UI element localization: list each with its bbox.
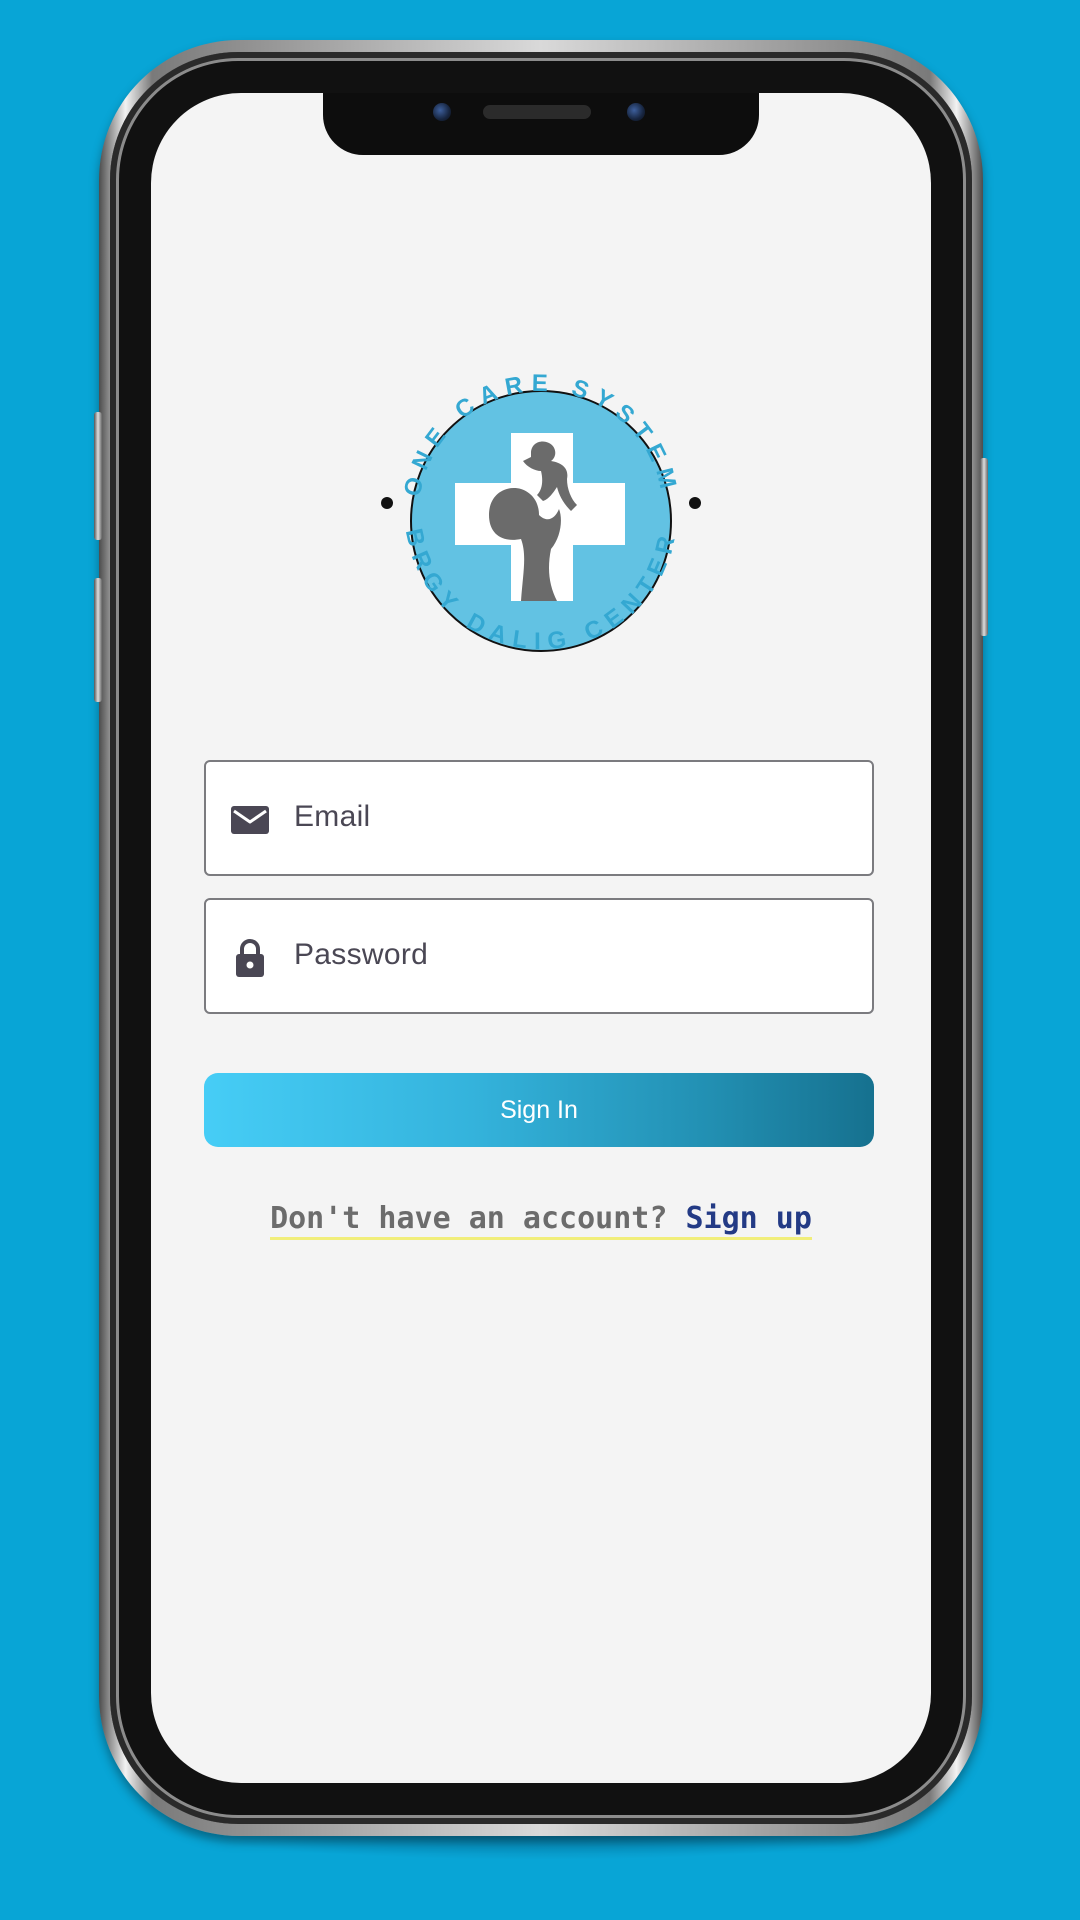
phone-notch [323, 93, 759, 155]
speaker-grille [483, 105, 591, 119]
signup-prompt-underline: Don't have an account? Sign up [270, 1201, 812, 1240]
lock-icon [236, 939, 264, 977]
sensor-icon [627, 103, 645, 121]
email-placeholder: Email [294, 800, 371, 833]
password-field[interactable]: Password [204, 898, 874, 1014]
side-button-power [980, 458, 988, 636]
sign-up-link[interactable]: Sign up [685, 1201, 811, 1236]
side-button-mute [94, 412, 102, 540]
sign-in-button[interactable]: Sign In [204, 1073, 874, 1147]
side-button-volume [94, 578, 102, 702]
logo-dot-right [689, 497, 701, 509]
signup-prompt: Don't have an account? Sign up [151, 1201, 931, 1240]
app-screen: ONE CARE SYSTEM BRGY DALIG CENTER Email … [151, 93, 931, 1783]
envelope-icon [231, 806, 269, 834]
front-camera-icon [433, 103, 451, 121]
password-placeholder: Password [294, 938, 429, 971]
signup-prompt-text: Don't have an account? [270, 1201, 668, 1236]
logo-dot-left [381, 497, 393, 509]
app-logo: ONE CARE SYSTEM BRGY DALIG CENTER [381, 370, 701, 655]
email-field[interactable]: Email [204, 760, 874, 876]
